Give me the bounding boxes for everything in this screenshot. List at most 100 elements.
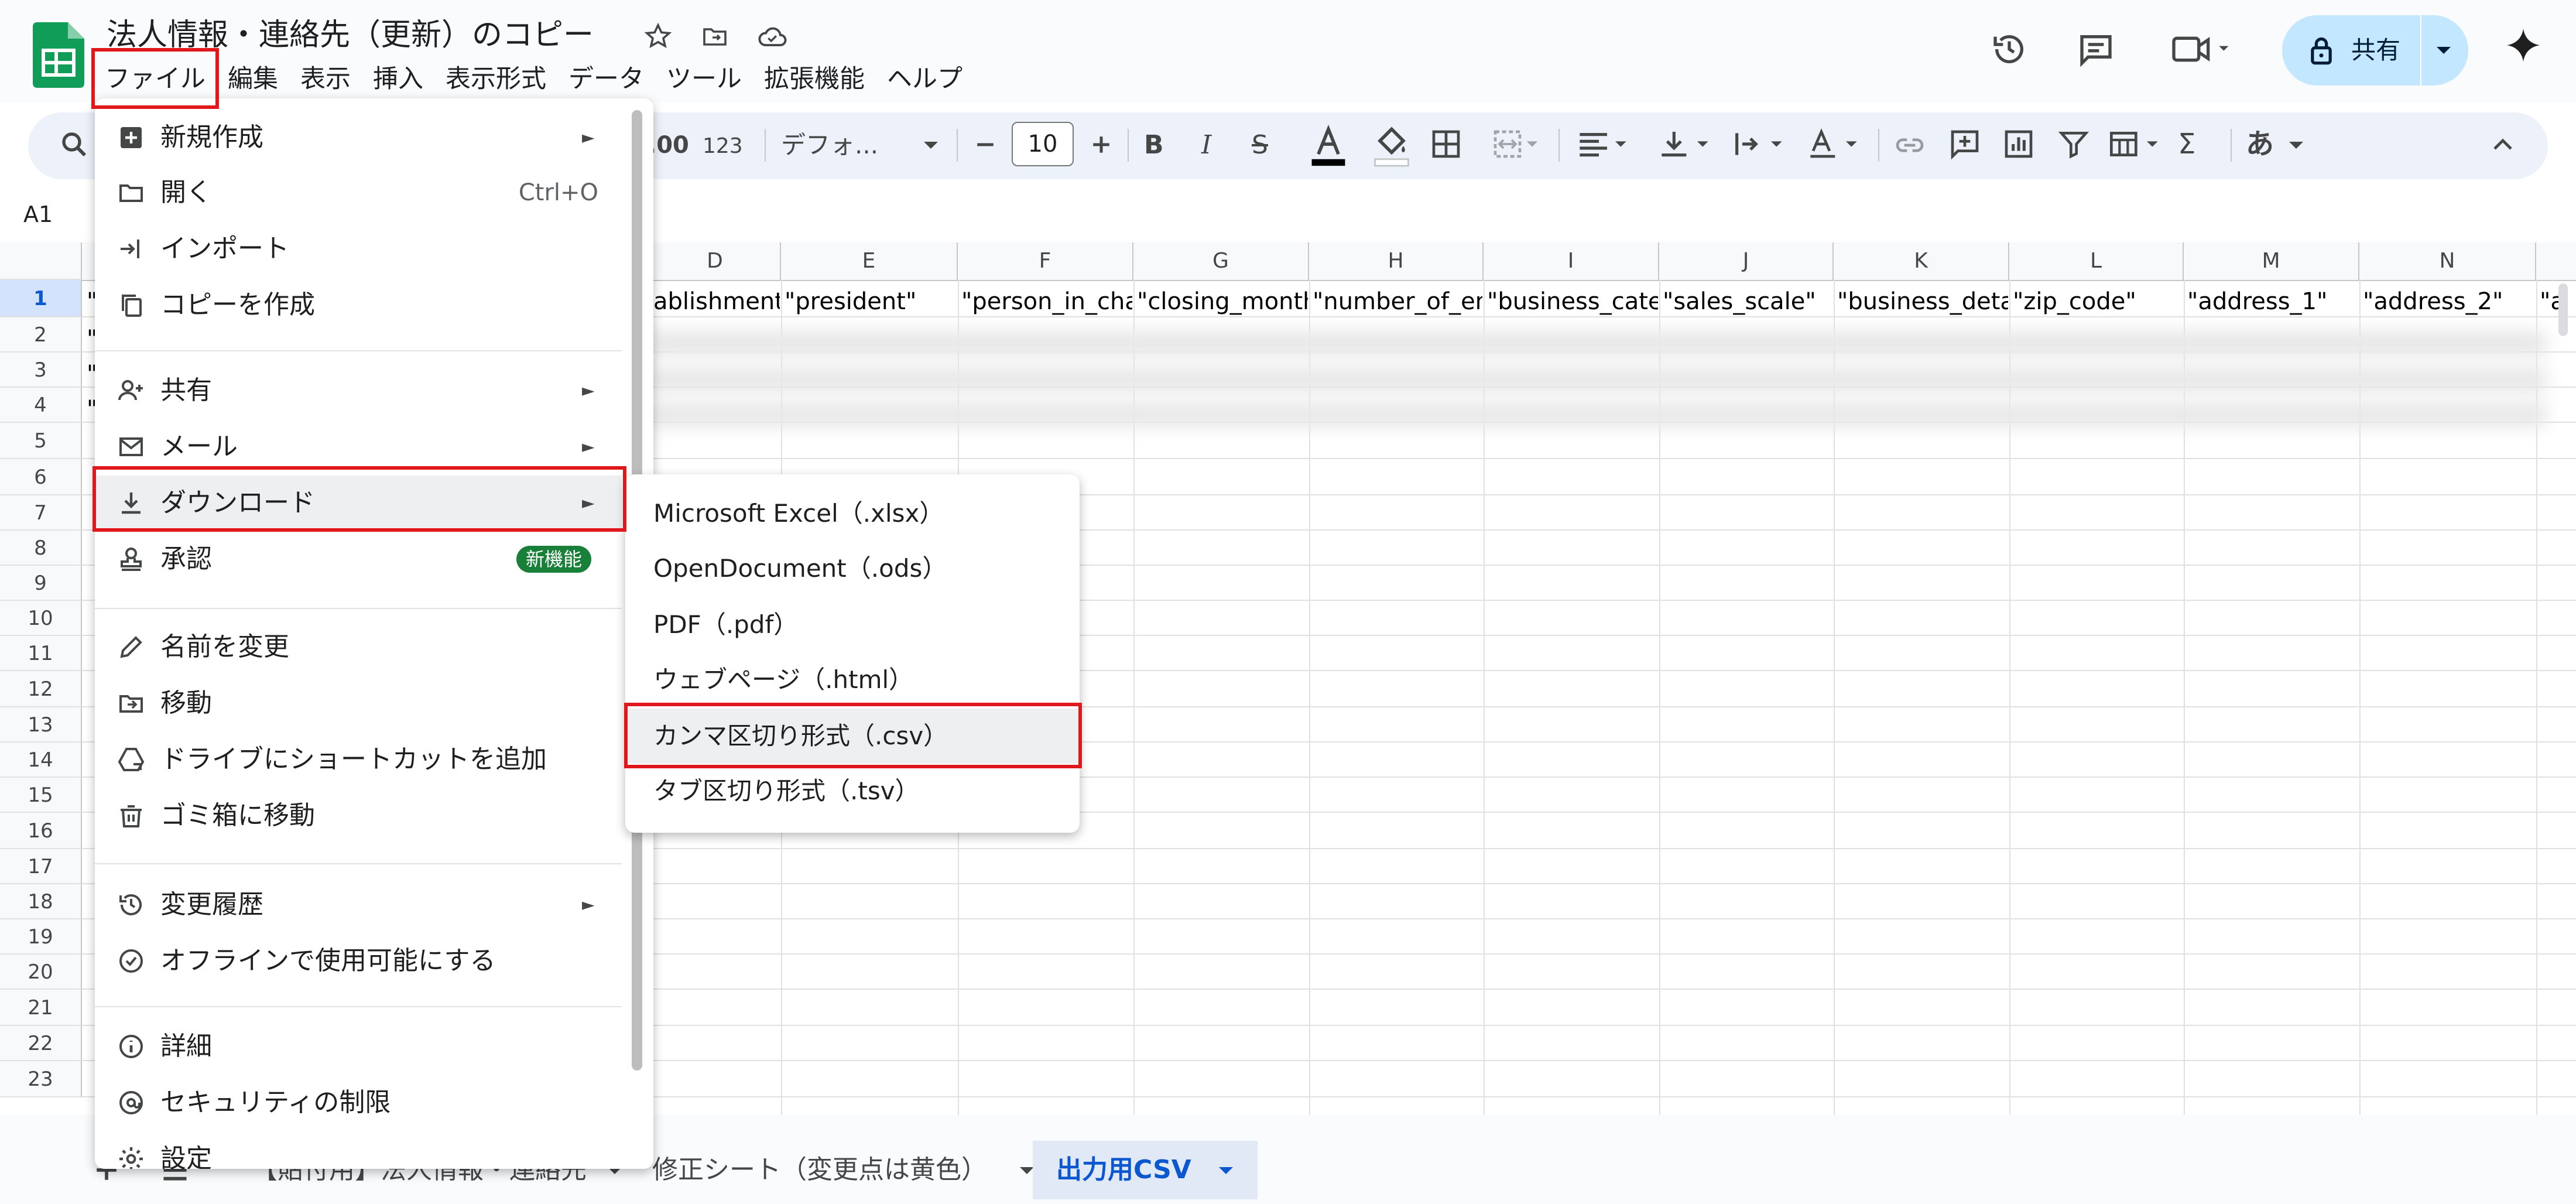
sheet-tab-dropdown-icon[interactable] (1218, 1166, 1234, 1176)
file-menu-item-1[interactable]: 新規作成 ► (95, 110, 622, 165)
sheet-tab-correction[interactable]: 修正シート（変更点は黄色） (652, 1141, 1035, 1199)
row-header-17[interactable]: 17 (0, 849, 82, 884)
insert-chart-icon[interactable] (2002, 128, 2035, 160)
gemini-sparkle-icon[interactable] (2503, 27, 2543, 67)
row-header-12[interactable]: 12 (0, 671, 82, 707)
row-header-14[interactable]: 14 (0, 743, 82, 778)
sheets-logo-icon[interactable] (33, 22, 84, 88)
column-header-j[interactable]: J (1659, 242, 1834, 280)
menu-tools[interactable]: ツール (655, 61, 753, 97)
row-header-7[interactable]: 7 (0, 495, 82, 531)
cell-row1[interactable]: "sales_scale" (1663, 287, 1832, 316)
row-header-21[interactable]: 21 (0, 990, 82, 1026)
functions-sigma-icon[interactable]: Σ (2178, 126, 2195, 162)
vertical-align-icon[interactable] (1656, 128, 1714, 160)
download-option-3[interactable]: PDF（.pdf） (625, 597, 1080, 652)
cell-row1[interactable]: ablishment_ (653, 287, 780, 316)
column-header-d[interactable]: D (650, 242, 781, 280)
file-menu-item-15[interactable]: 詳細 (95, 1019, 622, 1074)
column-header-h[interactable]: H (1309, 242, 1484, 280)
fill-color-icon[interactable] (1371, 124, 1412, 167)
cloud-saved-icon[interactable] (756, 22, 789, 50)
chevron-down-icon[interactable] (2435, 45, 2452, 56)
horizontal-align-icon[interactable] (1574, 128, 1632, 160)
file-menu-item-3[interactable]: インポート (95, 221, 622, 276)
column-header-i[interactable]: I (1484, 242, 1659, 280)
bold-icon[interactable]: B (1144, 128, 1164, 163)
meet-video-icon[interactable] (2170, 30, 2234, 68)
row-header-10[interactable]: 10 (0, 601, 82, 636)
font-family-select[interactable]: デフォ... (781, 128, 878, 163)
column-header-e[interactable]: E (781, 242, 958, 280)
row-header-6[interactable]: 6 (0, 459, 82, 495)
file-menu-item-17[interactable]: 設定 (95, 1131, 622, 1169)
row-header-13[interactable]: 13 (0, 707, 82, 743)
file-menu-item-9[interactable]: 名前を変更 (95, 620, 622, 675)
input-tools-icon[interactable]: あ (2246, 126, 2274, 162)
increase-font-size-icon[interactable] (1088, 130, 1115, 159)
row-header-23[interactable]: 23 (0, 1061, 82, 1097)
file-menu-item-14[interactable]: オフラインで使用可能にする (95, 933, 622, 988)
file-menu-item-10[interactable]: 移動 (95, 676, 622, 731)
download-option-1[interactable]: Microsoft Excel（.xlsx） (625, 486, 1080, 541)
cell-row1[interactable]: "business_detail (1837, 287, 2008, 316)
file-menu-item-8[interactable]: 承認 新機能 (95, 532, 622, 587)
row-header-2[interactable]: 2 (0, 317, 82, 353)
menu-format[interactable]: 表示形式 (434, 61, 557, 97)
download-option-6[interactable]: タブ区切り形式（.tsv） (625, 764, 1080, 819)
column-header-m[interactable]: M (2184, 242, 2359, 280)
row-header-3[interactable]: 3 (0, 353, 82, 388)
menu-extensions[interactable]: 拡張機能 (753, 61, 876, 97)
menu-help[interactable]: ヘルプ (876, 61, 974, 97)
download-option-2[interactable]: OpenDocument（.ods） (625, 541, 1080, 596)
menu-edit[interactable]: 編集 (217, 61, 289, 97)
row-header-1[interactable]: 1 (0, 280, 82, 317)
input-tools-dropdown-icon[interactable] (2288, 141, 2304, 151)
insert-comment-icon[interactable] (1948, 128, 1981, 160)
collapse-toolbar-chevron-up-icon[interactable] (2491, 134, 2515, 157)
file-menu-item-13[interactable]: 変更履歴 ► (95, 877, 622, 932)
row-header-9[interactable]: 9 (0, 566, 82, 601)
row-header-19[interactable]: 19 (0, 919, 82, 955)
row-header-8[interactable]: 8 (0, 531, 82, 566)
menu-insert[interactable]: 挿入 (362, 61, 434, 97)
row-header-22[interactable]: 22 (0, 1026, 82, 1061)
decimal-format-button[interactable]: .00 (648, 128, 689, 163)
cell-row1[interactable]: "a (2540, 287, 2575, 316)
star-icon[interactable] (644, 22, 672, 50)
column-header-k[interactable]: K (1834, 242, 2009, 280)
file-menu-item-12[interactable]: ゴミ箱に移動 (95, 788, 622, 843)
cell-row1[interactable]: "closing_month" (1137, 287, 1308, 316)
vertical-scrollbar-thumb[interactable] (2558, 283, 2568, 336)
select-all-corner[interactable] (0, 242, 82, 280)
file-menu-item-16[interactable]: セキュリティの制限 (95, 1075, 622, 1130)
cell-row1[interactable]: "zip_code" (2013, 287, 2183, 316)
search-menus-icon[interactable] (59, 129, 90, 160)
cell-row1[interactable]: "person_in_char (961, 287, 1132, 316)
insert-link-icon[interactable] (1893, 129, 1926, 162)
file-menu-item-2[interactable]: 開く Ctrl+O (95, 165, 622, 220)
cell-row1[interactable]: "business_categ (1487, 287, 1658, 316)
sheet-tab-output-csv-active[interactable]: 出力用CSV (1033, 1141, 1258, 1199)
decrease-font-size-icon[interactable] (972, 130, 999, 159)
font-dropdown-arrow-icon[interactable] (923, 141, 939, 151)
row-header-18[interactable]: 18 (0, 884, 82, 919)
column-header-l[interactable]: L (2009, 242, 2184, 280)
move-to-folder-icon[interactable] (700, 22, 729, 50)
menu-data[interactable]: データ (557, 61, 655, 97)
italic-icon[interactable]: I (1201, 128, 1211, 163)
menu-view[interactable]: 表示 (289, 61, 362, 97)
text-color-icon[interactable] (1308, 124, 1349, 167)
file-menu-item-4[interactable]: コピーを作成 (95, 278, 622, 333)
download-option-4[interactable]: ウェブページ（.html） (625, 652, 1080, 707)
share-button[interactable]: 共有 (2282, 15, 2468, 85)
text-rotation-icon[interactable] (1804, 128, 1863, 160)
cell-row1[interactable]: "address_1" (2187, 287, 2358, 316)
font-size-input[interactable]: 10 (1012, 122, 1074, 166)
file-menu-item-5[interactable]: 共有 ► (95, 363, 622, 418)
row-header-11[interactable]: 11 (0, 636, 82, 671)
cell-row1[interactable]: "president" (785, 287, 957, 316)
filter-icon[interactable] (2057, 128, 2090, 160)
name-box[interactable]: A1 (23, 199, 53, 230)
row-header-4[interactable]: 4 (0, 388, 82, 423)
